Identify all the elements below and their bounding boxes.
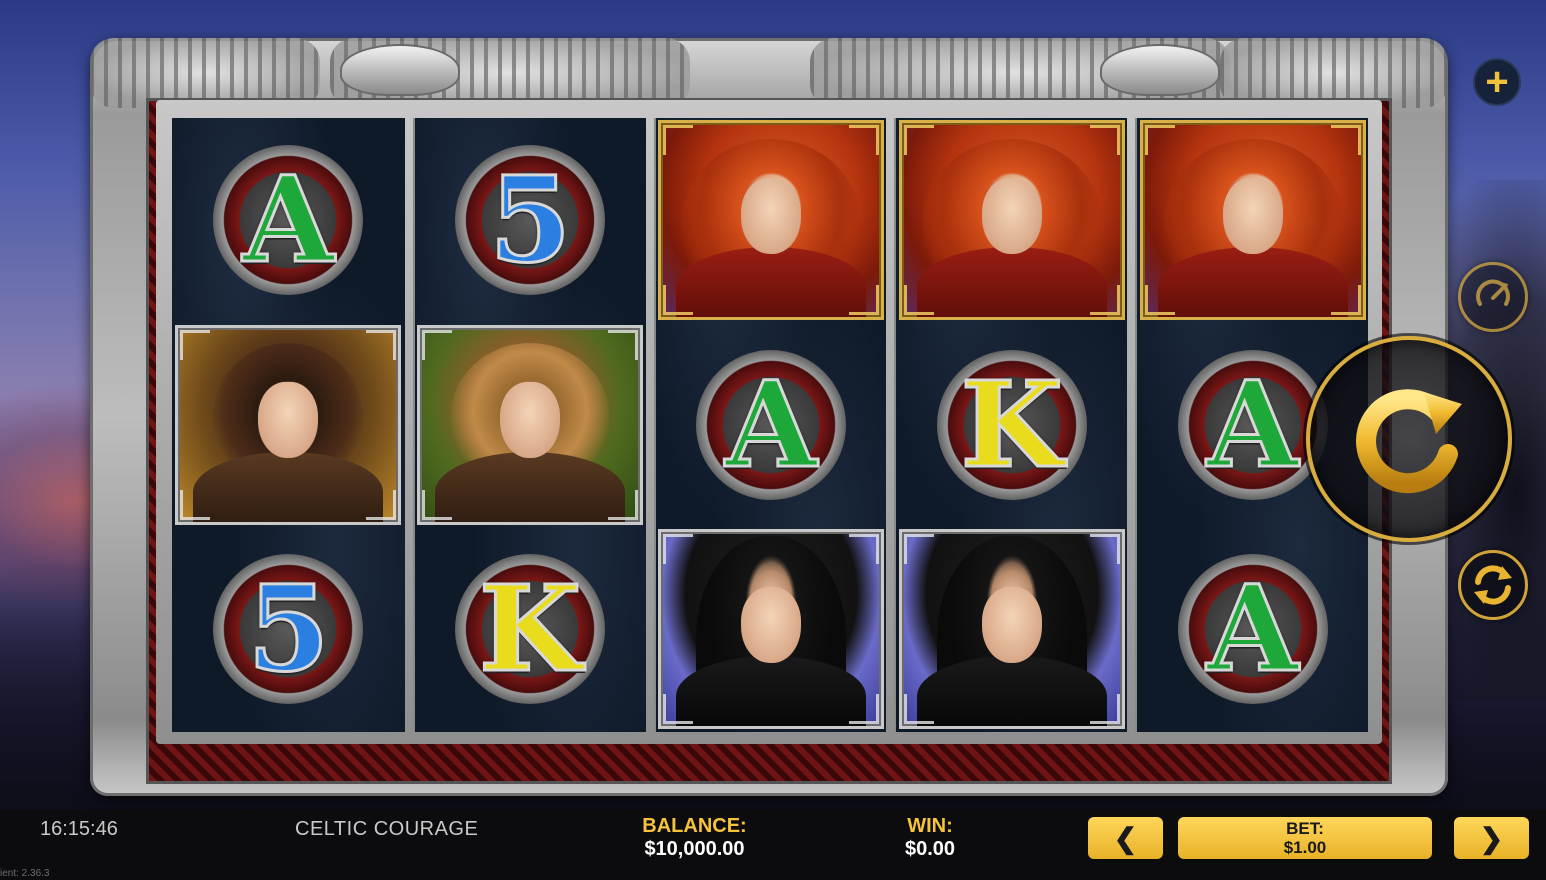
reel-cell [656,118,887,323]
autoplay-button[interactable] [1458,550,1528,620]
autoplay-icon [1474,565,1512,605]
balance-value: $10,000.00 [644,838,745,860]
symbol-glyph: K [477,559,583,699]
bet-increase-button[interactable]: ❯ [1454,817,1529,859]
symbol-glyph: A [1205,559,1300,699]
symbol-a: A [1177,349,1328,500]
symbol-hooded-man [898,529,1125,730]
symbol-glyph: 5 [488,150,573,290]
reel-cell: K [896,323,1127,528]
reel-cell: K [415,527,646,732]
symbol-5: 5 [455,145,606,296]
symbol-a: A [695,349,846,500]
plus-icon: + [1485,60,1509,104]
symbol-red-haired-heroine [898,120,1125,321]
symbol-glyph: A [241,150,336,290]
symbol-red-haired-heroine [657,120,884,321]
reel-cell: A [656,323,887,528]
reel-cell [172,323,405,528]
symbol-a: A [213,145,364,296]
chevron-right-icon: ❯ [1479,822,1504,854]
reel-cell [896,527,1127,732]
bet-value: $1.00 [1283,838,1327,857]
dragon-head-ornament [340,44,460,96]
symbol-glyph: A [1205,354,1300,494]
symbol-blond-warrior [417,324,644,525]
menu-plus-button[interactable]: + [1473,58,1521,106]
chevron-left-icon: ❮ [1113,822,1138,854]
turbo-button[interactable] [1458,262,1528,332]
spin-icon [1356,389,1462,494]
symbol-hooded-man [657,529,884,730]
reel-cell: A [1137,527,1368,732]
reel-3: A [653,118,887,732]
spin-button[interactable] [1306,336,1512,542]
reel-cell [1137,118,1368,323]
reel-1: A 5 [172,118,405,732]
balance-label: BALANCE: [642,815,747,837]
reel-4: K [894,118,1128,732]
symbol-5: 5 [213,554,364,705]
symbol-glyph: K [959,354,1065,494]
bet-decrease-button[interactable]: ❮ [1088,817,1163,859]
symbol-k: K [455,554,606,705]
reel-2: 5 K [412,118,646,732]
reel-cell [896,118,1127,323]
win-display: WIN: $0.00 [880,815,980,861]
reel-cell: 5 [172,527,405,732]
symbol-k: K [936,349,1087,500]
clock: 16:15:46 [40,818,118,840]
balance-display: BALANCE: $10,000.00 [622,815,767,861]
bet-display[interactable]: BET: $1.00 [1178,817,1432,859]
reel-cell: 5 [415,118,646,323]
symbol-red-haired-heroine [1139,120,1366,321]
symbol-glyph: 5 [246,559,331,699]
version-label: ient: 2.36.3 [0,868,50,879]
win-label: WIN: [907,815,953,837]
reels-grid: A 5 5 K A K A A [172,118,1368,732]
reel-cell [656,527,887,732]
reel-cell [415,323,646,528]
win-value: $0.00 [904,838,956,860]
dragon-head-ornament [1100,44,1220,96]
reel-cell: A [172,118,405,323]
game-title: CELTIC COURAGE [295,818,479,840]
symbol-bearded-warrior [175,324,402,525]
turbo-icon [1476,279,1510,306]
symbol-glyph: A [724,354,819,494]
bet-label: BET: [1286,819,1324,838]
symbol-a: A [1177,554,1328,705]
